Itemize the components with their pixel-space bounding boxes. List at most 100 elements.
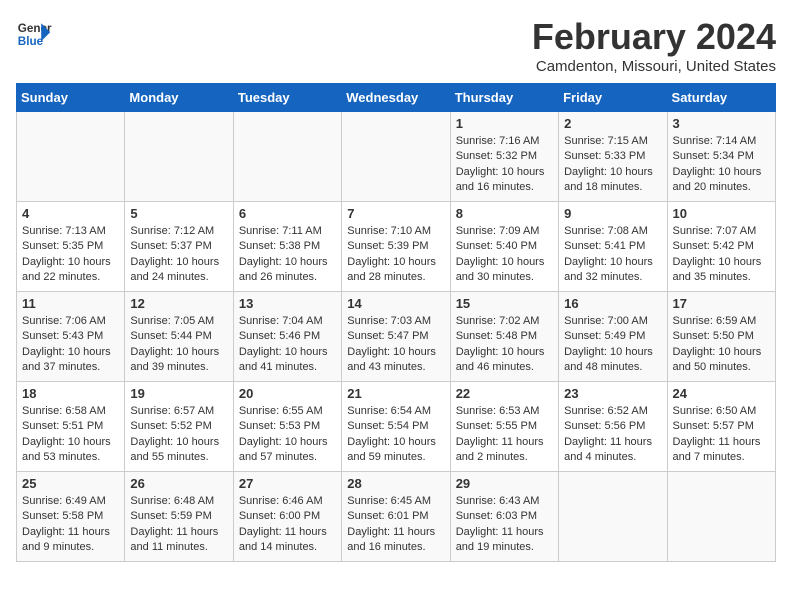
day-number: 19 bbox=[130, 386, 227, 401]
calendar-cell bbox=[559, 472, 667, 562]
calendar-cell: 10 Sunrise: 7:07 AM Sunset: 5:42 PM Dayli… bbox=[667, 202, 775, 292]
day-info: Sunrise: 7:12 AM Sunset: 5:37 PM Dayligh… bbox=[130, 224, 227, 286]
day-number: 15 bbox=[456, 296, 553, 311]
header-cell-thursday: Thursday bbox=[450, 84, 558, 112]
week-row-0: 1 Sunrise: 7:16 AM Sunset: 5:32 PM Daylig… bbox=[17, 112, 776, 202]
day-info: Sunrise: 6:55 AM Sunset: 5:53 PM Dayligh… bbox=[239, 404, 336, 466]
header-cell-saturday: Saturday bbox=[667, 84, 775, 112]
day-number: 24 bbox=[673, 386, 770, 401]
day-number: 27 bbox=[239, 476, 336, 491]
day-info: Sunrise: 6:59 AM Sunset: 5:50 PM Dayligh… bbox=[673, 314, 770, 376]
calendar-cell: 3Sunrise: 7:14 AM Sunset: 5:34 PM Daylig… bbox=[667, 112, 775, 202]
day-info: Sunrise: 7:13 AM Sunset: 5:35 PM Dayligh… bbox=[22, 224, 119, 286]
calendar-cell: 7Sunrise: 7:10 AM Sunset: 5:39 PM Daylig… bbox=[342, 202, 450, 292]
calendar-cell: 4 Sunrise: 7:13 AM Sunset: 5:35 PM Daylig… bbox=[17, 202, 125, 292]
day-number: 20 bbox=[239, 386, 336, 401]
calendar-header: SundayMondayTuesdayWednesdayThursdayFrid… bbox=[17, 84, 776, 112]
header-row: SundayMondayTuesdayWednesdayThursdayFrid… bbox=[17, 84, 776, 112]
logo-icon: General Blue bbox=[16, 16, 52, 52]
day-number: 28 bbox=[347, 476, 444, 491]
header-cell-friday: Friday bbox=[559, 84, 667, 112]
day-number: 10 bbox=[673, 206, 770, 221]
week-row-1: 4 Sunrise: 7:13 AM Sunset: 5:35 PM Daylig… bbox=[17, 202, 776, 292]
calendar-cell: 29Sunrise: 6:43 AM Sunset: 6:03 PM Dayli… bbox=[450, 472, 558, 562]
day-info: Sunrise: 7:02 AM Sunset: 5:48 PM Dayligh… bbox=[456, 314, 553, 376]
calendar-cell: 5 Sunrise: 7:12 AM Sunset: 5:37 PM Daylig… bbox=[125, 202, 233, 292]
day-info: Sunrise: 6:48 AM Sunset: 5:59 PM Dayligh… bbox=[130, 494, 227, 556]
day-number: 11 bbox=[22, 296, 119, 311]
month-title: February 2024 bbox=[532, 16, 776, 58]
calendar-cell: 17 Sunrise: 6:59 AM Sunset: 5:50 PM Dayli… bbox=[667, 292, 775, 382]
calendar-cell: 24 Sunrise: 6:50 AM Sunset: 5:57 PM Dayli… bbox=[667, 382, 775, 472]
calendar-body: 1 Sunrise: 7:16 AM Sunset: 5:32 PM Daylig… bbox=[17, 112, 776, 562]
day-info: Sunrise: 7:16 AM Sunset: 5:32 PM Dayligh… bbox=[456, 134, 553, 196]
header-cell-wednesday: Wednesday bbox=[342, 84, 450, 112]
header-cell-tuesday: Tuesday bbox=[233, 84, 341, 112]
calendar-cell: 23 Sunrise: 6:52 AM Sunset: 5:56 PM Dayli… bbox=[559, 382, 667, 472]
calendar-cell: 27Sunrise: 6:46 AM Sunset: 6:00 PM Dayli… bbox=[233, 472, 341, 562]
day-number: 8 bbox=[456, 206, 553, 221]
week-row-3: 18Sunrise: 6:58 AM Sunset: 5:51 PM Dayli… bbox=[17, 382, 776, 472]
day-number: 14 bbox=[347, 296, 444, 311]
title-area: February 2024 Camdenton, Missouri, Unite… bbox=[532, 16, 776, 75]
day-number: 21 bbox=[347, 386, 444, 401]
calendar-cell: 25Sunrise: 6:49 AM Sunset: 5:58 PM Dayli… bbox=[17, 472, 125, 562]
day-info: Sunrise: 6:50 AM Sunset: 5:57 PM Dayligh… bbox=[673, 404, 770, 466]
calendar-table: SundayMondayTuesdayWednesdayThursdayFrid… bbox=[16, 83, 776, 562]
day-number: 3 bbox=[673, 116, 770, 131]
header: General Blue February 2024 Camdenton, Mi… bbox=[16, 16, 776, 75]
logo: General Blue bbox=[16, 16, 52, 52]
day-number: 12 bbox=[130, 296, 227, 311]
week-row-2: 11 Sunrise: 7:06 AM Sunset: 5:43 PM Dayli… bbox=[17, 292, 776, 382]
day-info: Sunrise: 6:53 AM Sunset: 5:55 PM Dayligh… bbox=[456, 404, 553, 466]
day-info: Sunrise: 7:03 AM Sunset: 5:47 PM Dayligh… bbox=[347, 314, 444, 376]
day-number: 29 bbox=[456, 476, 553, 491]
header-cell-sunday: Sunday bbox=[17, 84, 125, 112]
calendar-cell: 20 Sunrise: 6:55 AM Sunset: 5:53 PM Dayli… bbox=[233, 382, 341, 472]
day-number: 9 bbox=[564, 206, 661, 221]
calendar-cell: 12Sunrise: 7:05 AM Sunset: 5:44 PM Dayli… bbox=[125, 292, 233, 382]
day-number: 13 bbox=[239, 296, 336, 311]
week-row-4: 25Sunrise: 6:49 AM Sunset: 5:58 PM Dayli… bbox=[17, 472, 776, 562]
day-number: 26 bbox=[130, 476, 227, 491]
calendar-cell: 26 Sunrise: 6:48 AM Sunset: 5:59 PM Dayli… bbox=[125, 472, 233, 562]
day-info: Sunrise: 7:09 AM Sunset: 5:40 PM Dayligh… bbox=[456, 224, 553, 286]
day-info: Sunrise: 6:49 AM Sunset: 5:58 PM Dayligh… bbox=[22, 494, 119, 556]
location: Camdenton, Missouri, United States bbox=[532, 58, 776, 75]
day-info: Sunrise: 7:15 AM Sunset: 5:33 PM Dayligh… bbox=[564, 134, 661, 196]
calendar-cell: 28 Sunrise: 6:45 AM Sunset: 6:01 PM Dayli… bbox=[342, 472, 450, 562]
header-cell-monday: Monday bbox=[125, 84, 233, 112]
calendar-cell bbox=[125, 112, 233, 202]
day-number: 1 bbox=[456, 116, 553, 131]
calendar-cell: 6 Sunrise: 7:11 AM Sunset: 5:38 PM Daylig… bbox=[233, 202, 341, 292]
calendar-cell: 22 Sunrise: 6:53 AM Sunset: 5:55 PM Dayli… bbox=[450, 382, 558, 472]
svg-text:Blue: Blue bbox=[18, 35, 44, 48]
day-info: Sunrise: 6:57 AM Sunset: 5:52 PM Dayligh… bbox=[130, 404, 227, 466]
calendar-cell: 15 Sunrise: 7:02 AM Sunset: 5:48 PM Dayli… bbox=[450, 292, 558, 382]
calendar-cell: 2 Sunrise: 7:15 AM Sunset: 5:33 PM Daylig… bbox=[559, 112, 667, 202]
calendar-cell: 19 Sunrise: 6:57 AM Sunset: 5:52 PM Dayli… bbox=[125, 382, 233, 472]
day-info: Sunrise: 7:04 AM Sunset: 5:46 PM Dayligh… bbox=[239, 314, 336, 376]
calendar-cell: 14 Sunrise: 7:03 AM Sunset: 5:47 PM Dayli… bbox=[342, 292, 450, 382]
calendar-cell bbox=[342, 112, 450, 202]
day-number: 5 bbox=[130, 206, 227, 221]
calendar-cell: 16Sunrise: 7:00 AM Sunset: 5:49 PM Dayli… bbox=[559, 292, 667, 382]
day-info: Sunrise: 7:07 AM Sunset: 5:42 PM Dayligh… bbox=[673, 224, 770, 286]
day-info: Sunrise: 7:00 AM Sunset: 5:49 PM Dayligh… bbox=[564, 314, 661, 376]
day-info: Sunrise: 7:11 AM Sunset: 5:38 PM Dayligh… bbox=[239, 224, 336, 286]
day-number: 22 bbox=[456, 386, 553, 401]
calendar-cell bbox=[233, 112, 341, 202]
day-number: 6 bbox=[239, 206, 336, 221]
day-info: Sunrise: 6:52 AM Sunset: 5:56 PM Dayligh… bbox=[564, 404, 661, 466]
day-number: 17 bbox=[673, 296, 770, 311]
day-number: 2 bbox=[564, 116, 661, 131]
day-info: Sunrise: 7:08 AM Sunset: 5:41 PM Dayligh… bbox=[564, 224, 661, 286]
day-number: 23 bbox=[564, 386, 661, 401]
calendar-cell bbox=[17, 112, 125, 202]
calendar-cell: 18Sunrise: 6:58 AM Sunset: 5:51 PM Dayli… bbox=[17, 382, 125, 472]
day-number: 4 bbox=[22, 206, 119, 221]
day-info: Sunrise: 6:45 AM Sunset: 6:01 PM Dayligh… bbox=[347, 494, 444, 556]
day-info: Sunrise: 6:54 AM Sunset: 5:54 PM Dayligh… bbox=[347, 404, 444, 466]
day-info: Sunrise: 7:06 AM Sunset: 5:43 PM Dayligh… bbox=[22, 314, 119, 376]
day-info: Sunrise: 6:58 AM Sunset: 5:51 PM Dayligh… bbox=[22, 404, 119, 466]
